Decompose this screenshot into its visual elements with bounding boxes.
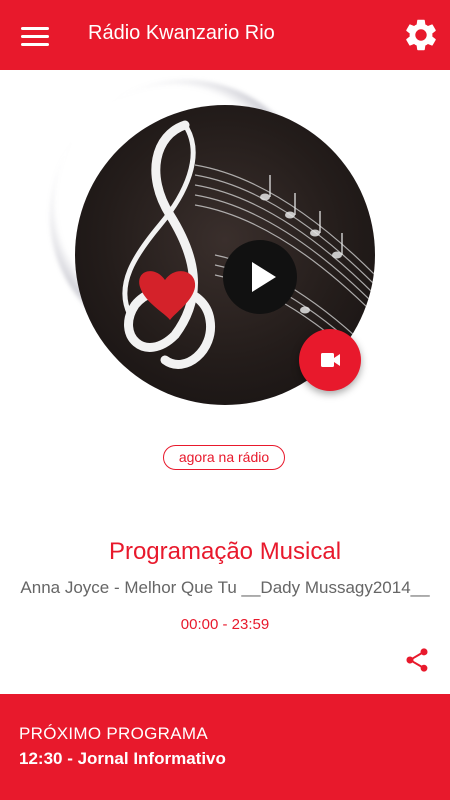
now-on-radio-badge[interactable]: agora na rádio xyxy=(163,445,285,470)
next-program-name: 12:30 - Jornal Informativo xyxy=(19,749,226,768)
gear-icon xyxy=(406,19,436,51)
play-icon xyxy=(252,262,276,292)
play-button[interactable] xyxy=(223,240,297,314)
track-title: Anna Joyce - Melhor Que Tu __Dady Mussag… xyxy=(20,578,430,597)
menu-icon-bar xyxy=(21,43,49,46)
menu-icon xyxy=(21,27,49,30)
next-program-bar[interactable]: PRÓXIMO PROGRAMA 12:30 - Jornal Informat… xyxy=(0,694,450,800)
video-camera-icon xyxy=(321,353,340,367)
app-title: Rádio Kwanzario Rio xyxy=(88,22,275,44)
settings-button[interactable] xyxy=(402,16,440,54)
program-title: Programação Musical xyxy=(108,538,342,565)
menu-button[interactable] xyxy=(14,18,56,54)
album-artwork-area xyxy=(40,80,400,420)
share-button[interactable] xyxy=(403,646,431,674)
menu-icon-bar xyxy=(21,35,49,38)
share-icon xyxy=(406,648,428,672)
next-program-label: PRÓXIMO PROGRAMA xyxy=(19,724,208,743)
app-bar: Rádio Kwanzario Rio xyxy=(0,0,450,70)
program-time: 00:00 - 23:59 xyxy=(180,616,270,633)
video-button[interactable] xyxy=(299,329,361,391)
